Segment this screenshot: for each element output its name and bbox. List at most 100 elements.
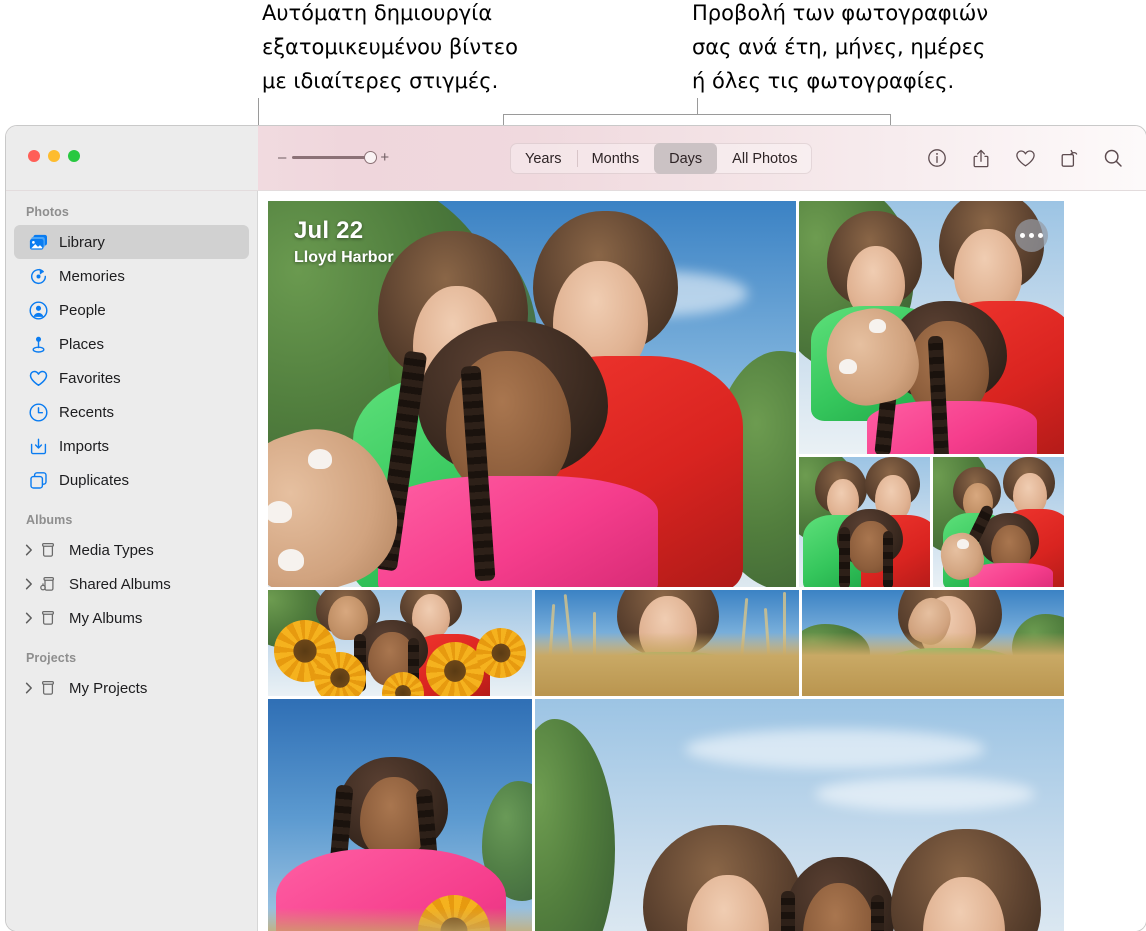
sidebar-item-recents[interactable]: Recents (14, 395, 249, 429)
memories-icon (28, 266, 48, 286)
sidebar-item-places[interactable]: Places (14, 327, 249, 361)
callout-leader-right-bracket-top (503, 114, 891, 115)
shared-album-box-icon (38, 574, 58, 594)
photo-grid-area: Jul 22 Lloyd Harbor (258, 191, 1146, 931)
minimize-button[interactable] (48, 150, 60, 162)
segment-months-label: Months (592, 151, 640, 167)
chevron-right-icon[interactable] (22, 578, 35, 590)
sidebar-item-my-projects[interactable]: My Projects (14, 671, 249, 705)
photos-app-window: – + Years Months Days All Photos (6, 126, 1146, 931)
ellipsis-dot (1029, 233, 1034, 238)
sidebar-item-duplicates-label: Duplicates (59, 472, 129, 489)
photo-tile-9[interactable] (535, 699, 1064, 931)
sidebar-item-favorites[interactable]: Favorites (14, 361, 249, 395)
sidebar-item-places-label: Places (59, 336, 104, 353)
photo-tile-4[interactable] (933, 457, 1064, 587)
album-box-icon (38, 540, 58, 560)
sidebar-item-media-types[interactable]: Media Types (14, 533, 249, 567)
sidebar-item-library-label: Library (59, 234, 105, 251)
chevron-right-icon[interactable] (22, 544, 35, 556)
sidebar-item-recents-label: Recents (59, 404, 114, 421)
sidebar-section-projects-header: Projects (6, 651, 257, 671)
callout-text-left: Αυτόματη δημιουργία εξατομικευμένου βίντ… (262, 0, 592, 98)
library-icon (28, 232, 48, 252)
close-button[interactable] (28, 150, 40, 162)
sidebar-item-my-projects-label: My Projects (69, 680, 147, 697)
callout-leader-right-vertical (697, 98, 698, 114)
photo-image (535, 699, 1064, 931)
sidebar-section-albums-header: Albums (6, 513, 257, 533)
photo-image (268, 590, 532, 696)
photo-tile-7[interactable] (802, 590, 1064, 696)
info-icon[interactable] (926, 147, 948, 169)
heart-icon (28, 368, 48, 388)
places-pin-icon (28, 334, 48, 354)
photo-image (268, 699, 532, 931)
ellipsis-dot (1038, 233, 1043, 238)
window-traffic-lights (28, 150, 80, 162)
sidebar-item-imports-label: Imports (59, 438, 109, 455)
sidebar-item-my-albums-label: My Albums (69, 610, 142, 627)
sidebar-item-favorites-label: Favorites (59, 370, 121, 387)
sidebar-item-shared-albums[interactable]: Shared Albums (14, 567, 249, 601)
thumbnail-zoom-control[interactable]: – + (278, 150, 389, 165)
duplicates-icon (28, 470, 48, 490)
album-box-icon (38, 608, 58, 628)
window-toolbar: – + Years Months Days All Photos (6, 126, 1146, 191)
rotate-icon[interactable] (1058, 147, 1080, 169)
more-options-button[interactable] (1015, 219, 1048, 252)
chevron-right-icon[interactable] (22, 682, 35, 694)
zoom-button[interactable] (68, 150, 80, 162)
sidebar-spacer-1 (6, 497, 257, 513)
people-icon (28, 300, 48, 320)
photo-tile-6[interactable] (535, 590, 799, 696)
photo-tile-5[interactable] (268, 590, 532, 696)
photo-tile-2[interactable] (799, 201, 1064, 454)
zoom-slider-knob[interactable] (364, 151, 377, 164)
ellipsis-dot (1020, 233, 1025, 238)
sidebar-item-memories[interactable]: Memories (14, 259, 249, 293)
photo-image (933, 457, 1064, 587)
sidebar-item-imports[interactable]: Imports (14, 429, 249, 463)
sidebar: Photos Library (6, 191, 258, 931)
album-box-icon (38, 678, 58, 698)
zoom-in-icon[interactable]: + (380, 150, 389, 165)
photo-tile-8[interactable] (268, 699, 532, 931)
sidebar-item-memories-label: Memories (59, 268, 125, 285)
chevron-right-icon[interactable] (22, 612, 35, 624)
photo-grid: Jul 22 Lloyd Harbor (268, 201, 1136, 931)
search-icon[interactable] (1102, 147, 1124, 169)
photo-image (268, 201, 796, 587)
sidebar-section-photos-header: Photos (6, 205, 257, 225)
photo-image (535, 590, 799, 696)
sidebar-item-people-label: People (59, 302, 106, 319)
sidebar-item-duplicates[interactable]: Duplicates (14, 463, 249, 497)
photo-tile-hero[interactable]: Jul 22 Lloyd Harbor (268, 201, 796, 587)
zoom-out-icon[interactable]: – (278, 150, 286, 165)
sidebar-item-my-albums[interactable]: My Albums (14, 601, 249, 635)
sidebar-item-library[interactable]: Library (14, 225, 249, 259)
segment-all-photos-label: All Photos (732, 151, 797, 167)
toolbar-actions (926, 143, 1124, 173)
clock-icon (28, 402, 48, 422)
import-icon (28, 436, 48, 456)
segment-days[interactable]: Days (654, 143, 717, 174)
segment-months[interactable]: Months (577, 143, 655, 174)
zoom-slider-track (292, 156, 374, 159)
sidebar-item-people[interactable]: People (14, 293, 249, 327)
segment-all-photos[interactable]: All Photos (717, 143, 812, 174)
callout-text-right: Προβολή των φωτογραφιών σας ανά έτη, μήν… (692, 0, 1082, 98)
favorite-icon[interactable] (1014, 147, 1036, 169)
window-body: Photos Library (6, 191, 1146, 931)
share-icon[interactable] (970, 147, 992, 169)
photo-tile-3[interactable] (799, 457, 930, 587)
sidebar-item-media-types-label: Media Types (69, 542, 154, 559)
segment-years[interactable]: Years (510, 143, 577, 174)
view-mode-segmented-control[interactable]: Years Months Days All Photos (510, 143, 812, 174)
segment-years-label: Years (525, 151, 562, 167)
zoom-slider[interactable] (292, 151, 374, 165)
photo-image (799, 457, 930, 587)
segment-days-label: Days (669, 151, 702, 167)
photo-image (802, 590, 1064, 696)
sidebar-spacer-2 (6, 635, 257, 651)
